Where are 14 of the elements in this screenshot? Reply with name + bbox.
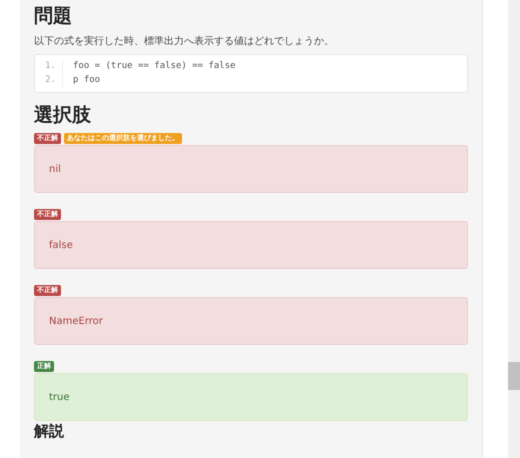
section-heading: 解説 bbox=[34, 423, 64, 440]
code-line: foo = (true == false) == false bbox=[72, 61, 236, 71]
scrollbar-thumb[interactable] bbox=[508, 362, 520, 390]
choice-option[interactable]: NameError bbox=[34, 297, 468, 345]
choice-option[interactable]: nil bbox=[34, 145, 468, 193]
question-text: 以下の式を実行した時、標準出力へ表示する値はどれでしょうか。 bbox=[34, 34, 334, 48]
scrollbar[interactable] bbox=[508, 0, 520, 458]
line-number: 1. bbox=[35, 60, 63, 73]
line-number: 2. bbox=[35, 74, 63, 87]
choice-option[interactable]: false bbox=[34, 221, 468, 269]
choice-option[interactable]: true bbox=[34, 373, 468, 421]
section-heading: 問題 bbox=[34, 4, 72, 28]
section-heading: 選択肢 bbox=[34, 103, 91, 127]
code-line: p foo bbox=[72, 75, 100, 85]
